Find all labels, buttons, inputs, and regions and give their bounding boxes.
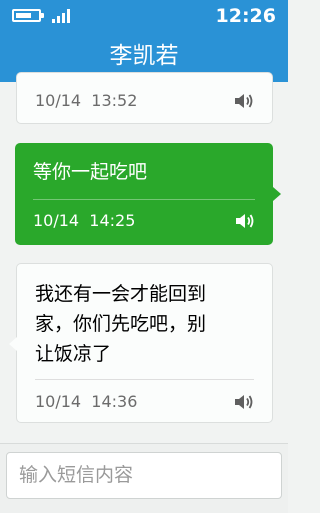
contact-name: 李凯若 — [109, 43, 179, 69]
speaker-icon[interactable] — [234, 394, 254, 410]
message-timestamp: 10/14 14:36 — [35, 392, 138, 411]
battery-icon — [12, 9, 44, 22]
message-text-line: 我还有一会才能回到 — [35, 283, 207, 305]
message-divider — [33, 199, 255, 200]
message-timestamp: 10/14 13:52 — [35, 91, 138, 110]
message-text-line: 家，你们先吃吧，别 — [35, 313, 207, 335]
message-bubble-incoming[interactable]: 我还有一会才能回到 家，你们先吃吧，别 让饭凉了 10/14 14:36 — [9, 263, 273, 423]
composer-bar: 输入短信内容 — [0, 443, 288, 513]
status-bar: 12:26 — [0, 0, 288, 34]
bubble-tail — [273, 187, 281, 201]
message-divider — [35, 379, 254, 380]
message-input[interactable]: 输入短信内容 — [6, 452, 282, 499]
message-timestamp: 10/14 14:25 — [33, 211, 136, 230]
message-meta: 10/14 13:52 — [35, 86, 258, 116]
message-bubble-incoming[interactable]: 10/14 13:52 — [16, 72, 273, 124]
status-time: 12:26 — [215, 5, 276, 27]
message-text: 我还有一会才能回到 家，你们先吃吧，别 让饭凉了 — [35, 279, 258, 369]
message-text: 等你一起吃吧 — [33, 161, 148, 183]
speaker-icon[interactable] — [235, 213, 255, 229]
speaker-icon[interactable] — [234, 93, 254, 109]
message-meta: 10/14 14:36 — [35, 387, 258, 417]
message-meta: 10/14 14:25 — [33, 206, 259, 236]
bubble-tail — [9, 337, 17, 351]
battery-level — [16, 13, 31, 18]
message-bubble-outgoing[interactable]: 等你一起吃吧 10/14 14:25 — [15, 143, 281, 245]
signal-icon — [52, 9, 74, 23]
message-text-line: 让饭凉了 — [35, 343, 112, 365]
